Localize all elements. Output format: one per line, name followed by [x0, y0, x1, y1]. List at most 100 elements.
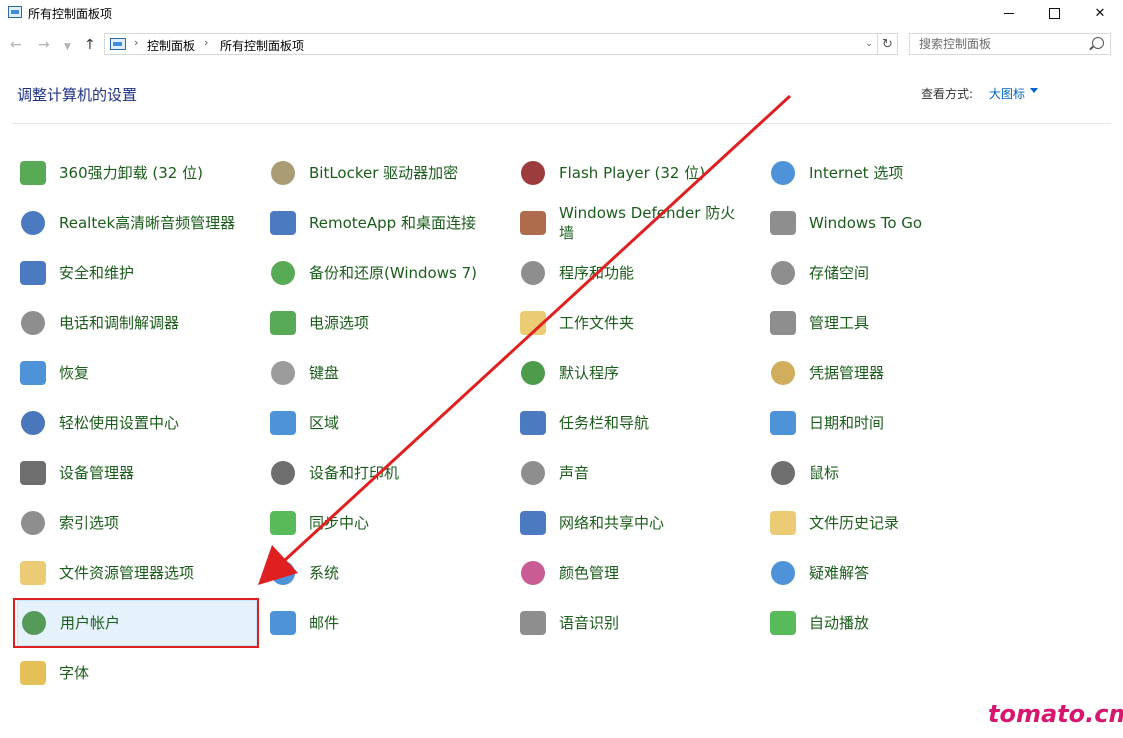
storage-icon [767, 257, 799, 289]
close-button[interactable] [1077, 0, 1123, 26]
address-dropdown-icon[interactable]: ⌄ [861, 34, 877, 54]
control-panel-item[interactable]: 语音识别 [517, 600, 757, 646]
control-panel-item[interactable]: 索引选项 [17, 500, 257, 546]
control-panel-item[interactable]: 同步中心 [267, 500, 507, 546]
breadcrumb-chevron-icon[interactable]: › [134, 36, 138, 49]
control-panel-item[interactable]: 颜色管理 [517, 550, 757, 596]
control-panel-item[interactable]: 疑难解答 [767, 550, 1007, 596]
breadcrumb-control-panel[interactable]: 控制面板 [147, 37, 195, 54]
control-panel-item[interactable]: 管理工具 [767, 300, 1007, 346]
control-panel-icon [8, 6, 22, 18]
item-label: 存储空间 [809, 264, 870, 282]
internet-options-icon [767, 157, 799, 189]
minimize-button[interactable] [986, 0, 1032, 26]
system-icon [267, 557, 299, 589]
control-panel-item[interactable]: 程序和功能 [517, 250, 757, 296]
control-panel-item[interactable]: 360强力卸载 (32 位) [17, 150, 257, 196]
control-panel-item[interactable]: 声音 [517, 450, 757, 496]
phone-icon-shape [21, 311, 45, 335]
control-panel-item[interactable]: 自动播放 [767, 600, 1007, 646]
region-icon-shape [270, 411, 296, 435]
control-panel-item[interactable]: 文件历史记录 [767, 500, 1007, 546]
caret-down-icon[interactable] [1030, 88, 1038, 93]
control-panel-item[interactable]: 工作文件夹 [517, 300, 757, 346]
breadcrumb-chevron-icon[interactable]: › [204, 36, 208, 49]
item-label: Windows To Go [809, 214, 923, 232]
control-panel-item[interactable]: 鼠标 [767, 450, 1007, 496]
control-panel-item[interactable]: Internet 选项 [767, 150, 1007, 196]
item-label: 任务栏和导航 [559, 414, 650, 432]
control-panel-item[interactable]: Flash Player (32 位) [517, 150, 757, 196]
item-label: 声音 [559, 464, 590, 482]
control-panel-item[interactable]: 邮件 [267, 600, 507, 646]
recent-locations-chevron-icon[interactable]: ▼ [64, 38, 71, 56]
device-manager-icon-shape [20, 461, 46, 485]
back-arrow-icon[interactable]: ← [10, 36, 22, 54]
control-panel-item[interactable]: 电话和调制解调器 [17, 300, 257, 346]
sound-icon-shape [521, 461, 545, 485]
up-arrow-icon[interactable]: ↑ [84, 36, 96, 54]
control-panel-item[interactable]: Realtek高清晰音频管理器 [17, 200, 257, 246]
maximize-button[interactable] [1031, 0, 1077, 26]
item-label: 程序和功能 [559, 264, 635, 282]
address-bar[interactable]: › 控制面板 › 所有控制面板项 ⌄ [104, 33, 878, 55]
audio-manager-icon-shape [21, 211, 45, 235]
control-panel-item[interactable]: 存储空间 [767, 250, 1007, 296]
control-panel-item[interactable]: 日期和时间 [767, 400, 1007, 446]
control-panel-item[interactable]: Windows Defender 防火墙 [517, 200, 757, 246]
item-label: Windows Defender 防火墙 [559, 204, 736, 242]
control-panel-item[interactable]: 恢复 [17, 350, 257, 396]
breadcrumb-all-items[interactable]: 所有控制面板项 [220, 37, 304, 54]
control-panel-item[interactable]: BitLocker 驱动器加密 [267, 150, 507, 196]
power-icon-shape [270, 311, 296, 335]
control-panel-item[interactable]: 任务栏和导航 [517, 400, 757, 446]
control-panel-item[interactable]: 文件资源管理器选项 [17, 550, 257, 596]
item-label: 网络和共享中心 [559, 514, 665, 532]
refresh-button[interactable]: ↻ [878, 33, 898, 55]
item-label: 设备和打印机 [309, 464, 400, 482]
control-panel-item[interactable]: 用户帐户 [17, 600, 257, 646]
control-panel-item[interactable]: 凭据管理器 [767, 350, 1007, 396]
storage-icon-shape [771, 261, 795, 285]
item-label: 管理工具 [809, 314, 870, 332]
control-panel-item[interactable]: 备份和还原(Windows 7) [267, 250, 507, 296]
folder-options-icon [17, 557, 49, 589]
control-panel-item[interactable]: 电源选项 [267, 300, 507, 346]
control-panel-item[interactable]: 设备和打印机 [267, 450, 507, 496]
control-panel-item[interactable]: RemoteApp 和桌面连接 [267, 200, 507, 246]
user-accounts-icon [18, 607, 50, 639]
control-panel-item[interactable]: 安全和维护 [17, 250, 257, 296]
control-panel-item[interactable]: Windows To Go [767, 200, 1007, 246]
control-panel-item[interactable]: 区域 [267, 400, 507, 446]
item-label: 默认程序 [559, 364, 620, 382]
taskbar-icon [517, 407, 549, 439]
search-icon[interactable] [1092, 37, 1104, 49]
mail-icon [267, 607, 299, 639]
item-label: 系统 [309, 564, 340, 582]
control-panel-item[interactable]: 默认程序 [517, 350, 757, 396]
item-label: 电源选项 [309, 314, 370, 332]
index-icon-shape [21, 511, 45, 535]
printer-icon-shape [271, 461, 295, 485]
microphone-icon [517, 607, 549, 639]
admin-tools-icon-shape [770, 311, 796, 335]
item-label: 工作文件夹 [559, 314, 635, 332]
control-panel-item[interactable]: 轻松使用设置中心 [17, 400, 257, 446]
mouse-icon [767, 457, 799, 489]
color-management-icon [517, 557, 549, 589]
control-panel-item[interactable]: 系统 [267, 550, 507, 596]
admin-tools-icon [767, 307, 799, 339]
control-panel-item[interactable]: 设备管理器 [17, 450, 257, 496]
index-icon [17, 507, 49, 539]
item-label: 凭据管理器 [809, 364, 885, 382]
refresh-icon: ↻ [882, 36, 893, 52]
control-panel-item[interactable]: 字体 [17, 650, 257, 696]
control-panel-item[interactable]: 网络和共享中心 [517, 500, 757, 546]
firewall-icon [517, 207, 549, 239]
search-box[interactable] [909, 33, 1111, 55]
control-panel-item[interactable]: 键盘 [267, 350, 507, 396]
watermark: tomato.cm [988, 700, 1123, 728]
forward-arrow-icon[interactable]: → [38, 36, 50, 54]
view-by-dropdown[interactable]: 大图标 [989, 85, 1025, 102]
search-input[interactable] [910, 34, 1095, 54]
